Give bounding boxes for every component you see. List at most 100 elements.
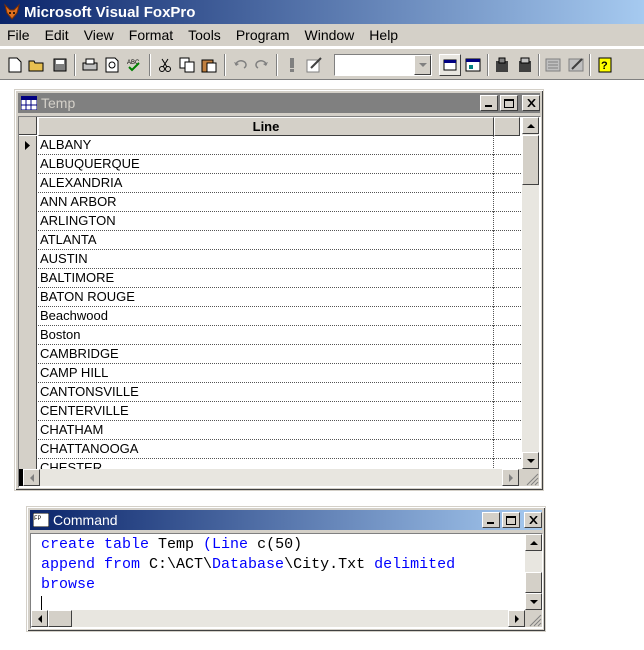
line-cell[interactable]: BATON ROUGE (40, 288, 135, 306)
report-designer-icon[interactable] (565, 54, 587, 76)
table-row[interactable]: Beachwood (19, 307, 521, 326)
scroll-down-icon[interactable] (522, 452, 539, 469)
command-window[interactable]: FP Command create table Temp (Line c(50)… (26, 506, 546, 632)
new-file-icon[interactable] (4, 54, 26, 76)
command-line[interactable]: create table Temp (Line c(50) (41, 535, 455, 555)
close-icon[interactable] (522, 95, 540, 111)
browse-grid[interactable]: Line ALBANY ALBUQUERQUE ALEXANDRIA ANN ARBO… (18, 116, 541, 488)
close-icon[interactable] (524, 512, 542, 528)
table-row[interactable]: CANTONSVILLE (19, 383, 521, 402)
resize-grip-icon[interactable] (525, 610, 542, 627)
scroll-right-icon[interactable] (502, 469, 519, 486)
menu-item-edit[interactable]: Edit (38, 25, 77, 45)
line-cell[interactable]: CANTONSVILLE (40, 383, 139, 401)
command-editor[interactable]: create table Temp (Line c(50) append from… (30, 533, 543, 629)
row-selector[interactable] (19, 231, 37, 250)
line-cell[interactable]: CHATTANOOGA (40, 440, 138, 458)
line-cell[interactable]: CAMP HILL (40, 364, 108, 382)
undo-icon[interactable] (229, 54, 251, 76)
table-row[interactable]: CAMBRIDGE (19, 345, 521, 364)
line-cell[interactable]: AUSTIN (40, 250, 88, 268)
database-combo[interactable] (334, 54, 432, 76)
table-row[interactable]: ARLINGTON (19, 212, 521, 231)
command-vertical-scrollbar[interactable] (525, 534, 542, 610)
row-selector[interactable] (19, 383, 37, 402)
table-row[interactable]: ALBUQUERQUE (19, 155, 521, 174)
line-cell[interactable]: ALEXANDRIA (40, 174, 122, 192)
table-row[interactable]: ATLANTA (19, 231, 521, 250)
line-cell[interactable]: ALBUQUERQUE (40, 155, 140, 173)
line-cell[interactable]: ALBANY (40, 136, 91, 154)
row-selector[interactable] (19, 269, 37, 288)
maximize-icon[interactable] (500, 95, 518, 111)
menu-item-help[interactable]: Help (362, 25, 406, 45)
table-row[interactable]: CHATTANOOGA (19, 440, 521, 459)
cut-icon[interactable] (154, 54, 176, 76)
row-selector[interactable] (19, 193, 37, 212)
row-selector[interactable] (19, 212, 37, 231)
table-row[interactable]: Boston (19, 326, 521, 345)
browse-window-title-bar[interactable]: Temp (18, 93, 540, 113)
scroll-left-icon[interactable] (23, 469, 40, 486)
table-row[interactable]: BALTIMORE (19, 269, 521, 288)
line-cell[interactable]: ANN ARBOR (40, 193, 117, 211)
scroll-thumb[interactable] (525, 572, 542, 593)
scroll-thumb[interactable] (522, 135, 539, 185)
row-selector[interactable] (19, 307, 37, 326)
copy-icon[interactable] (176, 54, 198, 76)
line-cell[interactable]: CHATHAM (40, 421, 103, 439)
command-window-icon[interactable] (439, 54, 461, 76)
row-selector[interactable] (19, 402, 37, 421)
maximize-icon[interactable] (502, 512, 520, 528)
row-selector[interactable] (19, 326, 37, 345)
open-folder-icon[interactable] (26, 54, 48, 76)
database-designer-icon[interactable] (491, 54, 513, 76)
scroll-thumb[interactable] (48, 610, 72, 627)
row-selector[interactable] (19, 421, 37, 440)
form-designer-icon[interactable] (542, 54, 564, 76)
minimize-icon[interactable] (480, 95, 498, 111)
table-row[interactable]: AUSTIN (19, 250, 521, 269)
menu-item-file[interactable]: File (0, 25, 38, 45)
command-horizontal-scrollbar[interactable] (31, 610, 542, 627)
view-window-icon[interactable] (462, 54, 484, 76)
run-icon[interactable] (281, 54, 303, 76)
row-selector[interactable] (19, 345, 37, 364)
scroll-up-icon[interactable] (525, 534, 542, 551)
row-selector[interactable] (19, 174, 37, 193)
line-cell[interactable]: ARLINGTON (40, 212, 116, 230)
print-icon[interactable] (79, 54, 101, 76)
row-selector[interactable] (19, 136, 37, 155)
column-header-line[interactable]: Line (38, 117, 494, 136)
help-icon[interactable]: ? (594, 54, 616, 76)
scroll-left-icon[interactable] (31, 610, 48, 627)
menu-item-program[interactable]: Program (229, 25, 298, 45)
row-selector[interactable] (19, 440, 37, 459)
table-designer-icon[interactable] (514, 54, 536, 76)
scroll-up-icon[interactable] (522, 117, 539, 134)
row-selector[interactable] (19, 364, 37, 383)
minimize-icon[interactable] (482, 512, 500, 528)
line-cell[interactable]: Boston (40, 326, 80, 344)
scroll-down-icon[interactable] (525, 593, 542, 610)
table-row[interactable]: CHATHAM (19, 421, 521, 440)
save-disk-icon[interactable] (49, 54, 71, 76)
spelling-icon[interactable]: ABC (123, 54, 145, 76)
modify-form-icon[interactable] (303, 54, 325, 76)
command-line[interactable]: append from C:\ACT\Database\City.Txt del… (41, 555, 455, 575)
row-selector[interactable] (19, 250, 37, 269)
menu-item-tools[interactable]: Tools (181, 25, 229, 45)
menu-item-window[interactable]: Window (298, 25, 363, 45)
menu-item-view[interactable]: View (77, 25, 122, 45)
menu-item-format[interactable]: Format (122, 25, 181, 45)
table-row[interactable]: CENTERVILLE (19, 402, 521, 421)
table-row[interactable]: CAMP HILL (19, 364, 521, 383)
command-window-title-bar[interactable]: FP Command (30, 510, 542, 530)
chevron-down-icon[interactable] (414, 55, 431, 75)
table-row[interactable]: ALBANY (19, 136, 521, 155)
command-text[interactable]: create table Temp (Line c(50) append from… (41, 535, 455, 595)
print-preview-icon[interactable] (101, 54, 123, 76)
line-cell[interactable]: CAMBRIDGE (40, 345, 119, 363)
browse-window[interactable]: Temp Line ALBANY ALBUQUERQUE ALEXANDRIA ANN… (14, 89, 544, 491)
paste-icon[interactable] (198, 54, 220, 76)
